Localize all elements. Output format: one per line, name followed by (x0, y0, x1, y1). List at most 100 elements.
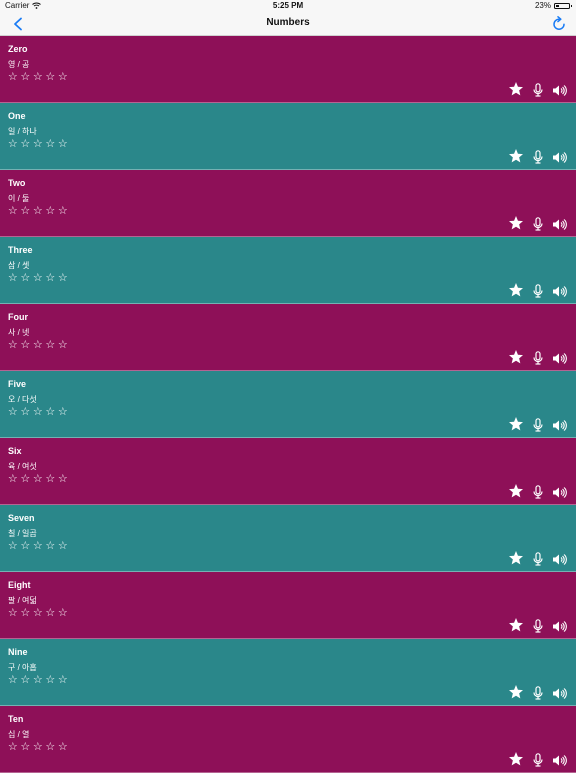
rating-star-icon[interactable]: ☆ (32, 406, 44, 418)
rating-star-icon[interactable]: ☆ (32, 272, 44, 284)
rating-star-icon[interactable]: ☆ (45, 272, 57, 284)
rating-star-icon[interactable]: ☆ (45, 607, 57, 619)
rating-star-icon[interactable]: ☆ (7, 71, 19, 83)
microphone-icon[interactable] (533, 686, 543, 700)
speaker-icon[interactable] (552, 620, 567, 633)
list-item[interactable]: Eight 팔 / 여덟 ☆ ☆ ☆ ☆ ☆ (0, 572, 576, 639)
list-item[interactable]: Two 이 / 둘 ☆ ☆ ☆ ☆ ☆ (0, 170, 576, 237)
star-icon[interactable] (508, 550, 524, 566)
speaker-icon[interactable] (552, 486, 567, 499)
rating-star-icon[interactable]: ☆ (45, 339, 57, 351)
star-icon[interactable] (508, 148, 524, 164)
microphone-icon[interactable] (533, 284, 543, 298)
list-item[interactable]: Ten 십 / 열 ☆ ☆ ☆ ☆ ☆ (0, 706, 576, 773)
microphone-icon[interactable] (533, 619, 543, 633)
rating-star-icon[interactable]: ☆ (57, 741, 69, 753)
microphone-icon[interactable] (533, 150, 543, 164)
rating-star-icon[interactable]: ☆ (7, 339, 19, 351)
star-icon[interactable] (508, 684, 524, 700)
rating-star-icon[interactable]: ☆ (20, 272, 32, 284)
rating-star-icon[interactable]: ☆ (57, 473, 69, 485)
star-icon[interactable] (508, 416, 524, 432)
rating-star-icon[interactable]: ☆ (32, 674, 44, 686)
rating-star-icon[interactable]: ☆ (20, 138, 32, 150)
rating-star-icon[interactable]: ☆ (57, 540, 69, 552)
rating-star-icon[interactable]: ☆ (7, 473, 19, 485)
list-item[interactable]: Four 사 / 넷 ☆ ☆ ☆ ☆ ☆ (0, 304, 576, 371)
microphone-icon[interactable] (533, 83, 543, 97)
rating-star-icon[interactable]: ☆ (45, 473, 57, 485)
list-item[interactable]: One 일 / 하나 ☆ ☆ ☆ ☆ ☆ (0, 103, 576, 170)
rating-star-icon[interactable]: ☆ (7, 674, 19, 686)
rating-star-icon[interactable]: ☆ (57, 406, 69, 418)
star-rating[interactable]: ☆ ☆ ☆ ☆ ☆ (7, 540, 69, 552)
list-item[interactable]: Nine 구 / 아홉 ☆ ☆ ☆ ☆ ☆ (0, 639, 576, 706)
star-icon[interactable] (508, 215, 524, 231)
star-rating[interactable]: ☆ ☆ ☆ ☆ ☆ (7, 138, 69, 150)
speaker-icon[interactable] (552, 754, 567, 767)
microphone-icon[interactable] (533, 351, 543, 365)
star-rating[interactable]: ☆ ☆ ☆ ☆ ☆ (7, 272, 69, 284)
rating-star-icon[interactable]: ☆ (32, 205, 44, 217)
rating-star-icon[interactable]: ☆ (57, 205, 69, 217)
list-item[interactable]: Zero 영 / 공 ☆ ☆ ☆ ☆ ☆ (0, 36, 576, 103)
microphone-icon[interactable] (533, 485, 543, 499)
list-item[interactable]: Five 오 / 다섯 ☆ ☆ ☆ ☆ ☆ (0, 371, 576, 438)
list-item[interactable]: Six 육 / 여섯 ☆ ☆ ☆ ☆ ☆ (0, 438, 576, 505)
star-rating[interactable]: ☆ ☆ ☆ ☆ ☆ (7, 741, 69, 753)
speaker-icon[interactable] (552, 419, 567, 432)
rating-star-icon[interactable]: ☆ (32, 71, 44, 83)
star-rating[interactable]: ☆ ☆ ☆ ☆ ☆ (7, 473, 69, 485)
rating-star-icon[interactable]: ☆ (20, 205, 32, 217)
speaker-icon[interactable] (552, 352, 567, 365)
rating-star-icon[interactable]: ☆ (45, 674, 57, 686)
rating-star-icon[interactable]: ☆ (32, 138, 44, 150)
rating-star-icon[interactable]: ☆ (32, 339, 44, 351)
rating-star-icon[interactable]: ☆ (57, 674, 69, 686)
star-rating[interactable]: ☆ ☆ ☆ ☆ ☆ (7, 71, 69, 83)
speaker-icon[interactable] (552, 687, 567, 700)
rating-star-icon[interactable]: ☆ (45, 741, 57, 753)
rating-star-icon[interactable]: ☆ (7, 138, 19, 150)
rating-star-icon[interactable]: ☆ (57, 71, 69, 83)
star-icon[interactable] (508, 751, 524, 767)
rating-star-icon[interactable]: ☆ (20, 540, 32, 552)
rating-star-icon[interactable]: ☆ (20, 473, 32, 485)
star-icon[interactable] (508, 349, 524, 365)
star-rating[interactable]: ☆ ☆ ☆ ☆ ☆ (7, 339, 69, 351)
rating-star-icon[interactable]: ☆ (57, 272, 69, 284)
rating-star-icon[interactable]: ☆ (45, 138, 57, 150)
speaker-icon[interactable] (552, 218, 567, 231)
rating-star-icon[interactable]: ☆ (20, 674, 32, 686)
microphone-icon[interactable] (533, 552, 543, 566)
rating-star-icon[interactable]: ☆ (45, 406, 57, 418)
rating-star-icon[interactable]: ☆ (32, 607, 44, 619)
speaker-icon[interactable] (552, 84, 567, 97)
rating-star-icon[interactable]: ☆ (45, 205, 57, 217)
rating-star-icon[interactable]: ☆ (32, 540, 44, 552)
rating-star-icon[interactable]: ☆ (20, 607, 32, 619)
rating-star-icon[interactable]: ☆ (32, 741, 44, 753)
rating-star-icon[interactable]: ☆ (20, 406, 32, 418)
rating-star-icon[interactable]: ☆ (57, 138, 69, 150)
microphone-icon[interactable] (533, 418, 543, 432)
list-item[interactable]: Three 삼 / 셋 ☆ ☆ ☆ ☆ ☆ (0, 237, 576, 304)
rating-star-icon[interactable]: ☆ (32, 473, 44, 485)
star-icon[interactable] (508, 282, 524, 298)
microphone-icon[interactable] (533, 753, 543, 767)
rating-star-icon[interactable]: ☆ (7, 205, 19, 217)
rating-star-icon[interactable]: ☆ (20, 741, 32, 753)
rating-star-icon[interactable]: ☆ (7, 406, 19, 418)
star-rating[interactable]: ☆ ☆ ☆ ☆ ☆ (7, 406, 69, 418)
rating-star-icon[interactable]: ☆ (7, 272, 19, 284)
rating-star-icon[interactable]: ☆ (20, 339, 32, 351)
rating-star-icon[interactable]: ☆ (20, 71, 32, 83)
star-icon[interactable] (508, 617, 524, 633)
star-rating[interactable]: ☆ ☆ ☆ ☆ ☆ (7, 607, 69, 619)
speaker-icon[interactable] (552, 553, 567, 566)
rating-star-icon[interactable]: ☆ (7, 540, 19, 552)
star-rating[interactable]: ☆ ☆ ☆ ☆ ☆ (7, 674, 69, 686)
microphone-icon[interactable] (533, 217, 543, 231)
speaker-icon[interactable] (552, 151, 567, 164)
speaker-icon[interactable] (552, 285, 567, 298)
